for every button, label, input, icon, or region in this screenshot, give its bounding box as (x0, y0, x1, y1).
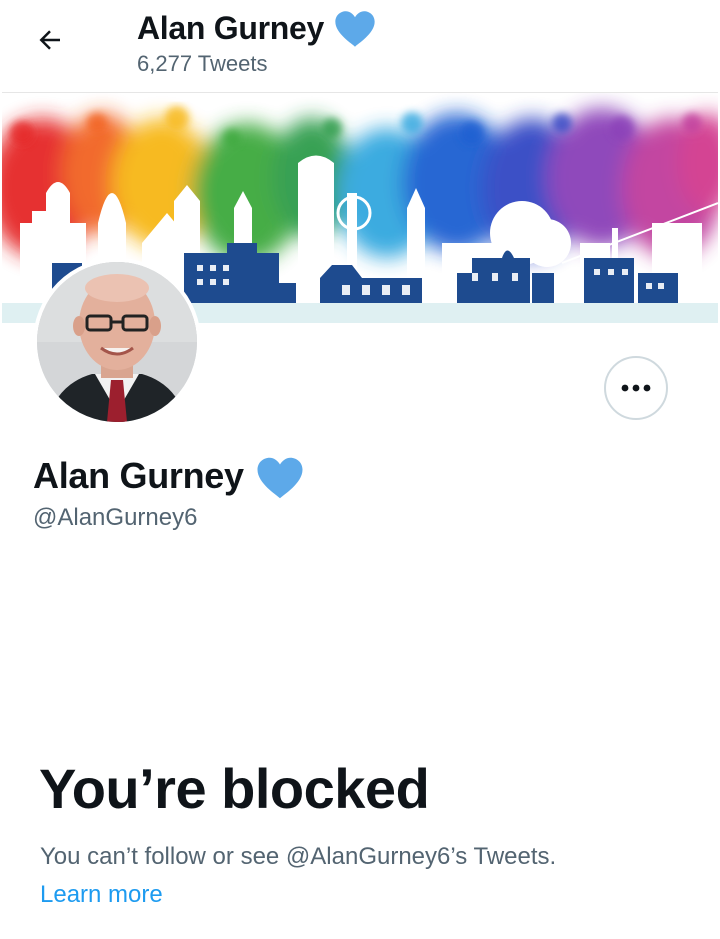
arrow-left-icon (35, 25, 65, 55)
blocked-description: You can’t follow or see @AlanGurney6’s T… (40, 843, 557, 870)
profile-name-row: Alan Gurney (33, 452, 304, 500)
learn-more-link[interactable]: Learn more (40, 881, 163, 909)
blocked-title: You’re blocked (39, 757, 430, 820)
profile-handle: @AlanGurney6 (33, 504, 198, 531)
more-horizontal-icon (621, 384, 651, 392)
top-bar: Alan Gurney 6,277 Tweets (0, 0, 720, 92)
blue-heart-icon (256, 456, 304, 500)
tweet-count: 6,277 Tweets (137, 51, 268, 76)
header-title: Alan Gurney (137, 8, 376, 48)
header-name: Alan Gurney (137, 9, 324, 46)
more-options-button[interactable] (604, 356, 668, 420)
avatar[interactable] (33, 258, 201, 426)
blue-heart-icon (334, 10, 376, 48)
back-button[interactable] (22, 18, 78, 62)
profile-photo (37, 262, 197, 422)
profile-name: Alan Gurney (33, 455, 244, 496)
